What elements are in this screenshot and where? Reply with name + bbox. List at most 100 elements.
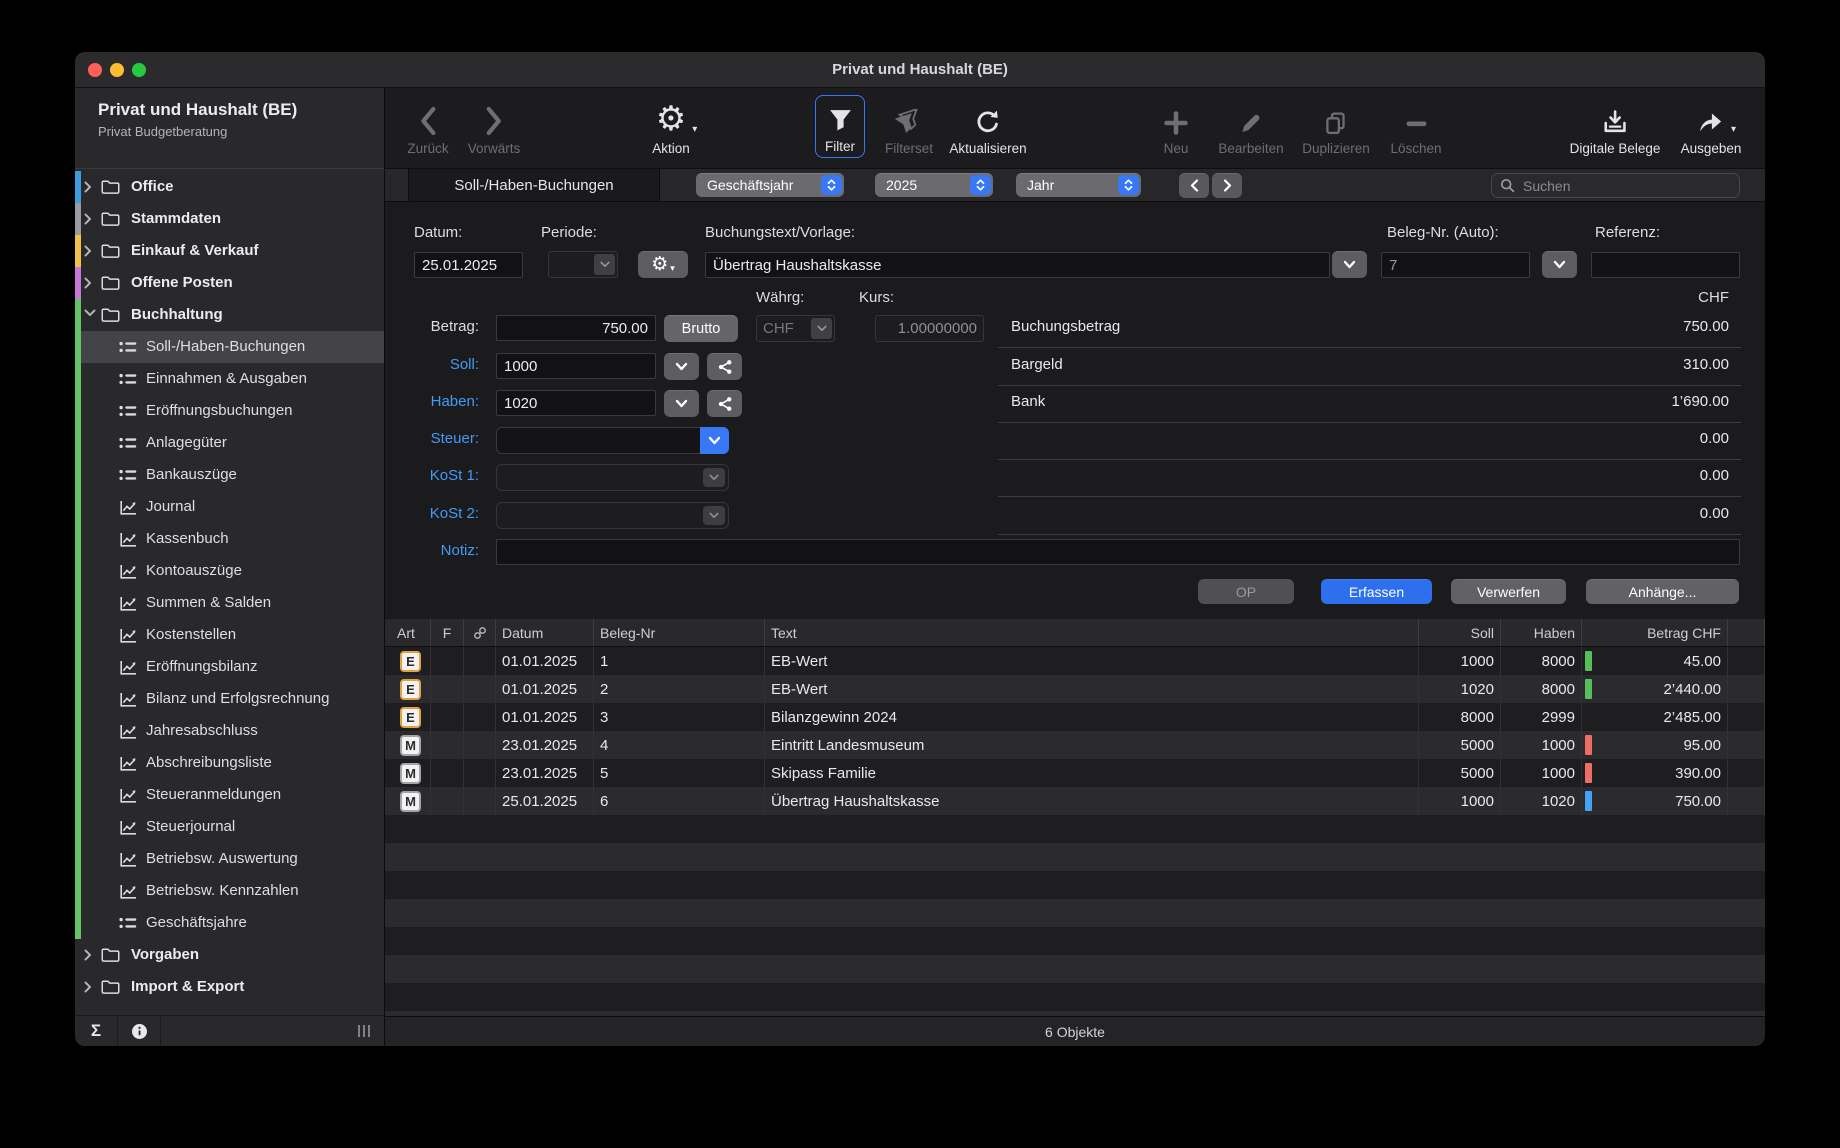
sidebar-item-bankauszuege[interactable]: Bankauszüge (75, 459, 384, 491)
op-button[interactable]: OP (1198, 579, 1294, 604)
sidebar-item-betriebsw-kennzahlen[interactable]: Betriebsw. Kennzahlen (75, 875, 384, 907)
prev-period-button[interactable] (1179, 173, 1209, 198)
sidebar-item-stammdaten[interactable]: Stammdaten (75, 203, 384, 235)
waehrung-combo[interactable]: CHF (756, 315, 835, 342)
toolbar-filter[interactable]: Filter (815, 95, 865, 158)
table-row[interactable]: M25.01.20256Übertrag Haushaltskasse10001… (385, 787, 1765, 815)
jahr-wert-dropdown[interactable]: 2025 (875, 173, 993, 197)
col-datum[interactable]: Datum (496, 619, 594, 646)
periode-typ-dropdown[interactable]: Jahr (1016, 173, 1141, 197)
toolbar-digitale-belege[interactable]: Digitale Belege (1570, 98, 1661, 156)
col-attachment[interactable] (464, 619, 496, 646)
sidebar-item-bilanz-erfolgsrechnung[interactable]: Bilanz und Erfolgsrechnung (75, 683, 384, 715)
col-betrag-chf[interactable]: Betrag CHF (1582, 619, 1728, 646)
col-beleg-nr[interactable]: Beleg-Nr (594, 619, 765, 646)
toolbar-aktualisieren[interactable]: Aktualisieren (949, 98, 1026, 156)
chevron-right-icon[interactable] (84, 181, 92, 193)
sidebar-item-einkauf-verkauf[interactable]: Einkauf & Verkauf (75, 235, 384, 267)
toolbar-ausgeben[interactable]: ▾ Ausgeben (1681, 98, 1742, 156)
chevron-right-icon[interactable] (84, 245, 92, 257)
haben-account-link-button[interactable] (707, 390, 742, 417)
steuer-combo[interactable] (496, 427, 729, 454)
col-text[interactable]: Text (765, 619, 1419, 646)
chevron-right-icon[interactable] (84, 213, 92, 225)
geschaeftsjahr-dropdown[interactable]: Geschäftsjahr (696, 173, 844, 197)
sidebar-item-kassenbuch[interactable]: Kassenbuch (75, 523, 384, 555)
sidebar-item-kontoauszuege[interactable]: Kontoauszüge (75, 555, 384, 587)
chevron-down-icon[interactable] (84, 309, 96, 317)
sidebar-item-eroeffnungsbilanz[interactable]: Eröffnungsbilanz (75, 651, 384, 683)
erfassen-button[interactable]: Erfassen (1321, 579, 1432, 604)
toolbar-bearbeiten[interactable]: Bearbeiten (1218, 98, 1283, 156)
col-soll[interactable]: Soll (1419, 619, 1501, 646)
search-field[interactable] (1491, 173, 1740, 198)
chevron-right-icon[interactable] (84, 277, 92, 289)
sidebar-item-einnahmen-ausgaben[interactable]: Einnahmen & Ausgaben (75, 363, 384, 395)
sidebar-item-soll-haben-buchungen[interactable]: Soll-/Haben-Buchungen (75, 331, 384, 363)
datum-input[interactable] (414, 252, 523, 278)
soll-dropdown-button[interactable] (664, 353, 699, 380)
sum-button[interactable]: Σ (75, 1016, 118, 1046)
sidebar-item-anlagegueter[interactable]: Anlagegüter (75, 427, 384, 459)
sidebar-item-import-export[interactable]: Import & Export (75, 971, 384, 1003)
next-period-button[interactable] (1212, 173, 1242, 198)
brutto-button[interactable]: Brutto (664, 315, 738, 342)
kost2-combo[interactable] (496, 502, 729, 529)
sidebar-item-eroeffnungsbuchungen[interactable]: Eröffnungsbuchungen (75, 395, 384, 427)
close-button[interactable] (88, 63, 102, 77)
buchungstext-input[interactable] (705, 252, 1330, 278)
chevron-right-icon[interactable] (84, 949, 92, 961)
toolbar-filterset[interactable]: Filterset (885, 98, 933, 156)
zoom-button[interactable] (132, 63, 146, 77)
sidebar-item-steueranmeldungen[interactable]: Steueranmeldungen (75, 779, 384, 811)
toolbar-aktion[interactable]: ⚙ ▾ Aktion (652, 98, 690, 156)
toolbar-label: Digitale Belege (1570, 141, 1661, 156)
col-haben[interactable]: Haben (1501, 619, 1582, 646)
toolbar-loeschen[interactable]: Löschen (1390, 98, 1441, 156)
sidebar-item-jahresabschluss[interactable]: Jahresabschluss (75, 715, 384, 747)
table-row[interactable]: M23.01.20255Skipass Familie50001000390.0… (385, 759, 1765, 787)
soll-input[interactable] (496, 353, 656, 379)
betrag-input[interactable] (496, 315, 656, 341)
sidebar-item-kostenstellen[interactable]: Kostenstellen (75, 619, 384, 651)
sidebar-item-abschreibungsliste[interactable]: Abschreibungsliste (75, 747, 384, 779)
col-f[interactable]: F (431, 619, 464, 646)
sidebar-item-journal[interactable]: Journal (75, 491, 384, 523)
vorlage-gear-button[interactable]: ⚙ ▾ (638, 251, 688, 278)
sidebar-item-vorgaben[interactable]: Vorgaben (75, 939, 384, 971)
kost1-combo[interactable] (496, 464, 729, 491)
toolbar-zurueck[interactable]: Zurück (407, 98, 448, 156)
haben-input[interactable] (496, 390, 656, 416)
sidebar-item-geschaeftsjahre[interactable]: Geschäftsjahre (75, 907, 384, 939)
haben-dropdown-button[interactable] (664, 390, 699, 417)
table-row[interactable]: E01.01.20251EB-Wert1000800045.00 (385, 647, 1765, 675)
periode-combo[interactable] (548, 251, 618, 278)
sidebar-item-steuerjournal[interactable]: Steuerjournal (75, 811, 384, 843)
minimize-button[interactable] (110, 63, 124, 77)
buchungstext-dropdown-button[interactable] (1332, 251, 1367, 278)
sidebar-item-office[interactable]: Office (75, 171, 384, 203)
notiz-input[interactable] (496, 539, 1740, 565)
sidebar-item-buchhaltung[interactable]: Buchhaltung (75, 299, 384, 331)
toolbar-neu[interactable]: Neu (1163, 98, 1189, 156)
sidebar-resize-grip[interactable] (358, 1025, 372, 1037)
toolbar-duplizieren[interactable]: Duplizieren (1302, 98, 1370, 156)
search-input[interactable] (1521, 177, 1731, 195)
verwerfen-button[interactable]: Verwerfen (1451, 579, 1566, 604)
sidebar-item-betriebsw-auswertung[interactable]: Betriebsw. Auswertung (75, 843, 384, 875)
anhaenge-button[interactable]: Anhänge... (1586, 579, 1739, 604)
toolbar-vorwaerts[interactable]: Vorwärts (468, 98, 521, 156)
table-row[interactable]: E01.01.20253Bilanzgewinn 2024800029992’4… (385, 703, 1765, 731)
table-row[interactable]: E01.01.20252EB-Wert102080002’440.00 (385, 675, 1765, 703)
soll-account-link-button[interactable] (707, 353, 742, 380)
belegnr-dropdown-button[interactable] (1542, 251, 1577, 278)
sidebar-item-summen-salden[interactable]: Summen & Salden (75, 587, 384, 619)
col-art[interactable]: Art (391, 619, 431, 646)
info-button[interactable] (118, 1016, 161, 1046)
chevron-right-icon[interactable] (84, 981, 92, 993)
belegnr-input[interactable] (1381, 252, 1530, 278)
referenz-input[interactable] (1591, 252, 1740, 278)
table-row[interactable]: M23.01.20254Eintritt Landesmuseum5000100… (385, 731, 1765, 759)
kurs-field[interactable]: 1.00000000 (875, 315, 984, 342)
sidebar-item-offene-posten[interactable]: Offene Posten (75, 267, 384, 299)
